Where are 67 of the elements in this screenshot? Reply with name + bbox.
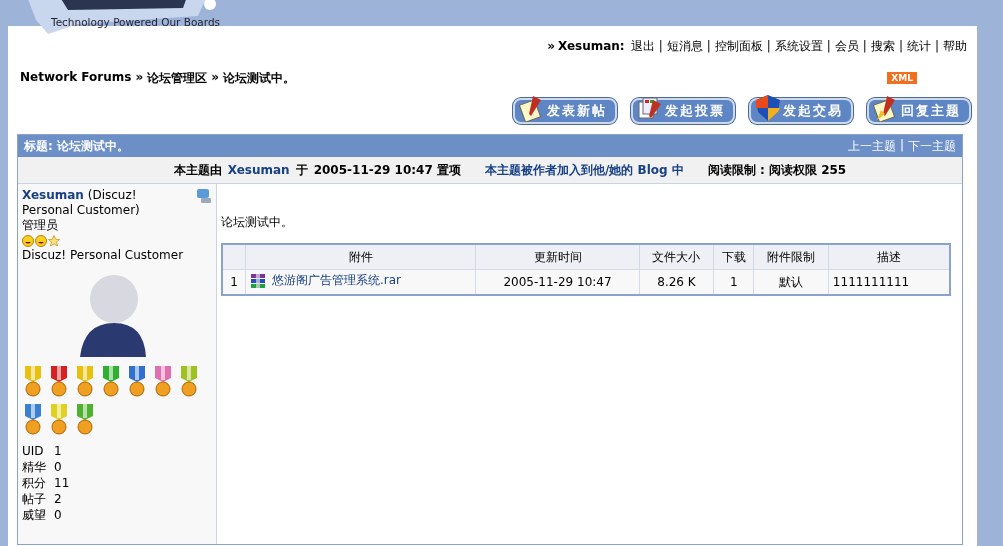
ballot-icon (637, 94, 663, 122)
column-header: 下载 (713, 244, 754, 270)
column-header: 附件限制 (753, 244, 829, 270)
stat-label: 精华 (22, 459, 46, 475)
action-button[interactable]: 发起交易 (749, 98, 853, 124)
stat-value: 0 (54, 507, 62, 523)
smiley-icon (35, 234, 47, 247)
star-icon (48, 234, 60, 247)
computer-icon (196, 188, 212, 204)
nav-separator: | (658, 39, 663, 53)
table-cell: 1 (222, 269, 246, 295)
nav-separator: | (898, 39, 903, 53)
stat-value: 11 (54, 475, 70, 491)
breadcrumb-separator: » (211, 69, 219, 86)
pinned-time: 2005-11-29 10:47 置项 (313, 161, 461, 179)
column-header: 文件大小 (639, 244, 714, 270)
table-cell: 默认 (753, 269, 829, 295)
nav-separator: | (899, 137, 904, 154)
nav-separator: | (862, 39, 867, 53)
breadcrumb-link[interactable]: 论坛管理区 (147, 69, 208, 87)
smiley-icon (22, 234, 34, 247)
breadcrumb-link[interactable]: 论坛测试中。 (222, 69, 295, 87)
thread-title: 标题: 论坛测试中。 (24, 137, 129, 155)
read-limit: 阅读限制 : 阅读权限 255 (707, 161, 847, 179)
username[interactable]: Xesuman: (557, 39, 625, 53)
nav-link[interactable]: 搜索 (870, 37, 895, 55)
author-custom-title: Discuz! Personal Customer (22, 248, 185, 263)
nav-separator: | (766, 39, 771, 53)
column-header: 附件 (245, 244, 476, 270)
shield-icon (755, 94, 781, 122)
stat-label: UID (22, 443, 45, 459)
action-button[interactable]: 发起投票 (631, 98, 735, 124)
action-button[interactable]: 回复主题 (867, 98, 971, 124)
user-link[interactable]: Xesuman (227, 163, 290, 177)
stat-value: 0 (54, 459, 62, 475)
breadcrumb-link[interactable]: Network Forums (20, 69, 132, 87)
action-button[interactable]: 发表新帖 (513, 98, 617, 124)
nav-link[interactable]: 统计 (906, 37, 931, 55)
pinned-label: 本主题由 (173, 161, 222, 179)
pinned-label: 于 (295, 161, 308, 179)
stat-label: 积分 (22, 475, 46, 491)
stat-label: 威望 (22, 507, 46, 523)
stat-value: 2 (54, 491, 62, 507)
table-cell: 1111111111 (828, 269, 950, 295)
nav-link[interactable]: 短消息 (666, 37, 703, 55)
blog-link[interactable]: 本主题被作者加入到他/她的 Blog 中 (485, 161, 684, 179)
stat-value: 1 (54, 443, 62, 459)
stat-label: 帖子 (22, 491, 46, 507)
nav-link[interactable]: 退出 (630, 37, 655, 55)
nav-separator: | (706, 39, 711, 53)
column-header: 更新时间 (475, 244, 640, 270)
nav-link[interactable]: 控制面板 (714, 37, 763, 55)
post-message: 论坛测试中。 (221, 214, 294, 231)
logo-tagline: Technology Powered Our Boards (51, 16, 221, 28)
nav-link[interactable]: 系统设置 (774, 37, 823, 55)
breadcrumb-separator: » (135, 69, 144, 86)
column-header: 描述 (828, 244, 950, 270)
archive-icon (250, 272, 266, 289)
nav-link[interactable]: 会员 (834, 37, 859, 55)
nav-separator: | (934, 39, 939, 53)
nav-separator: | (826, 39, 831, 53)
author-group: 管理员 (22, 218, 212, 233)
author-name: Xesuman (Discuz! Personal Customer) (22, 188, 141, 218)
table-cell: 8.26 K (639, 269, 714, 295)
table-cell: 2005-11-29 10:47 (475, 269, 640, 295)
nav-link[interactable]: 帮助 (943, 37, 967, 55)
nav-prefix: » (547, 39, 555, 53)
